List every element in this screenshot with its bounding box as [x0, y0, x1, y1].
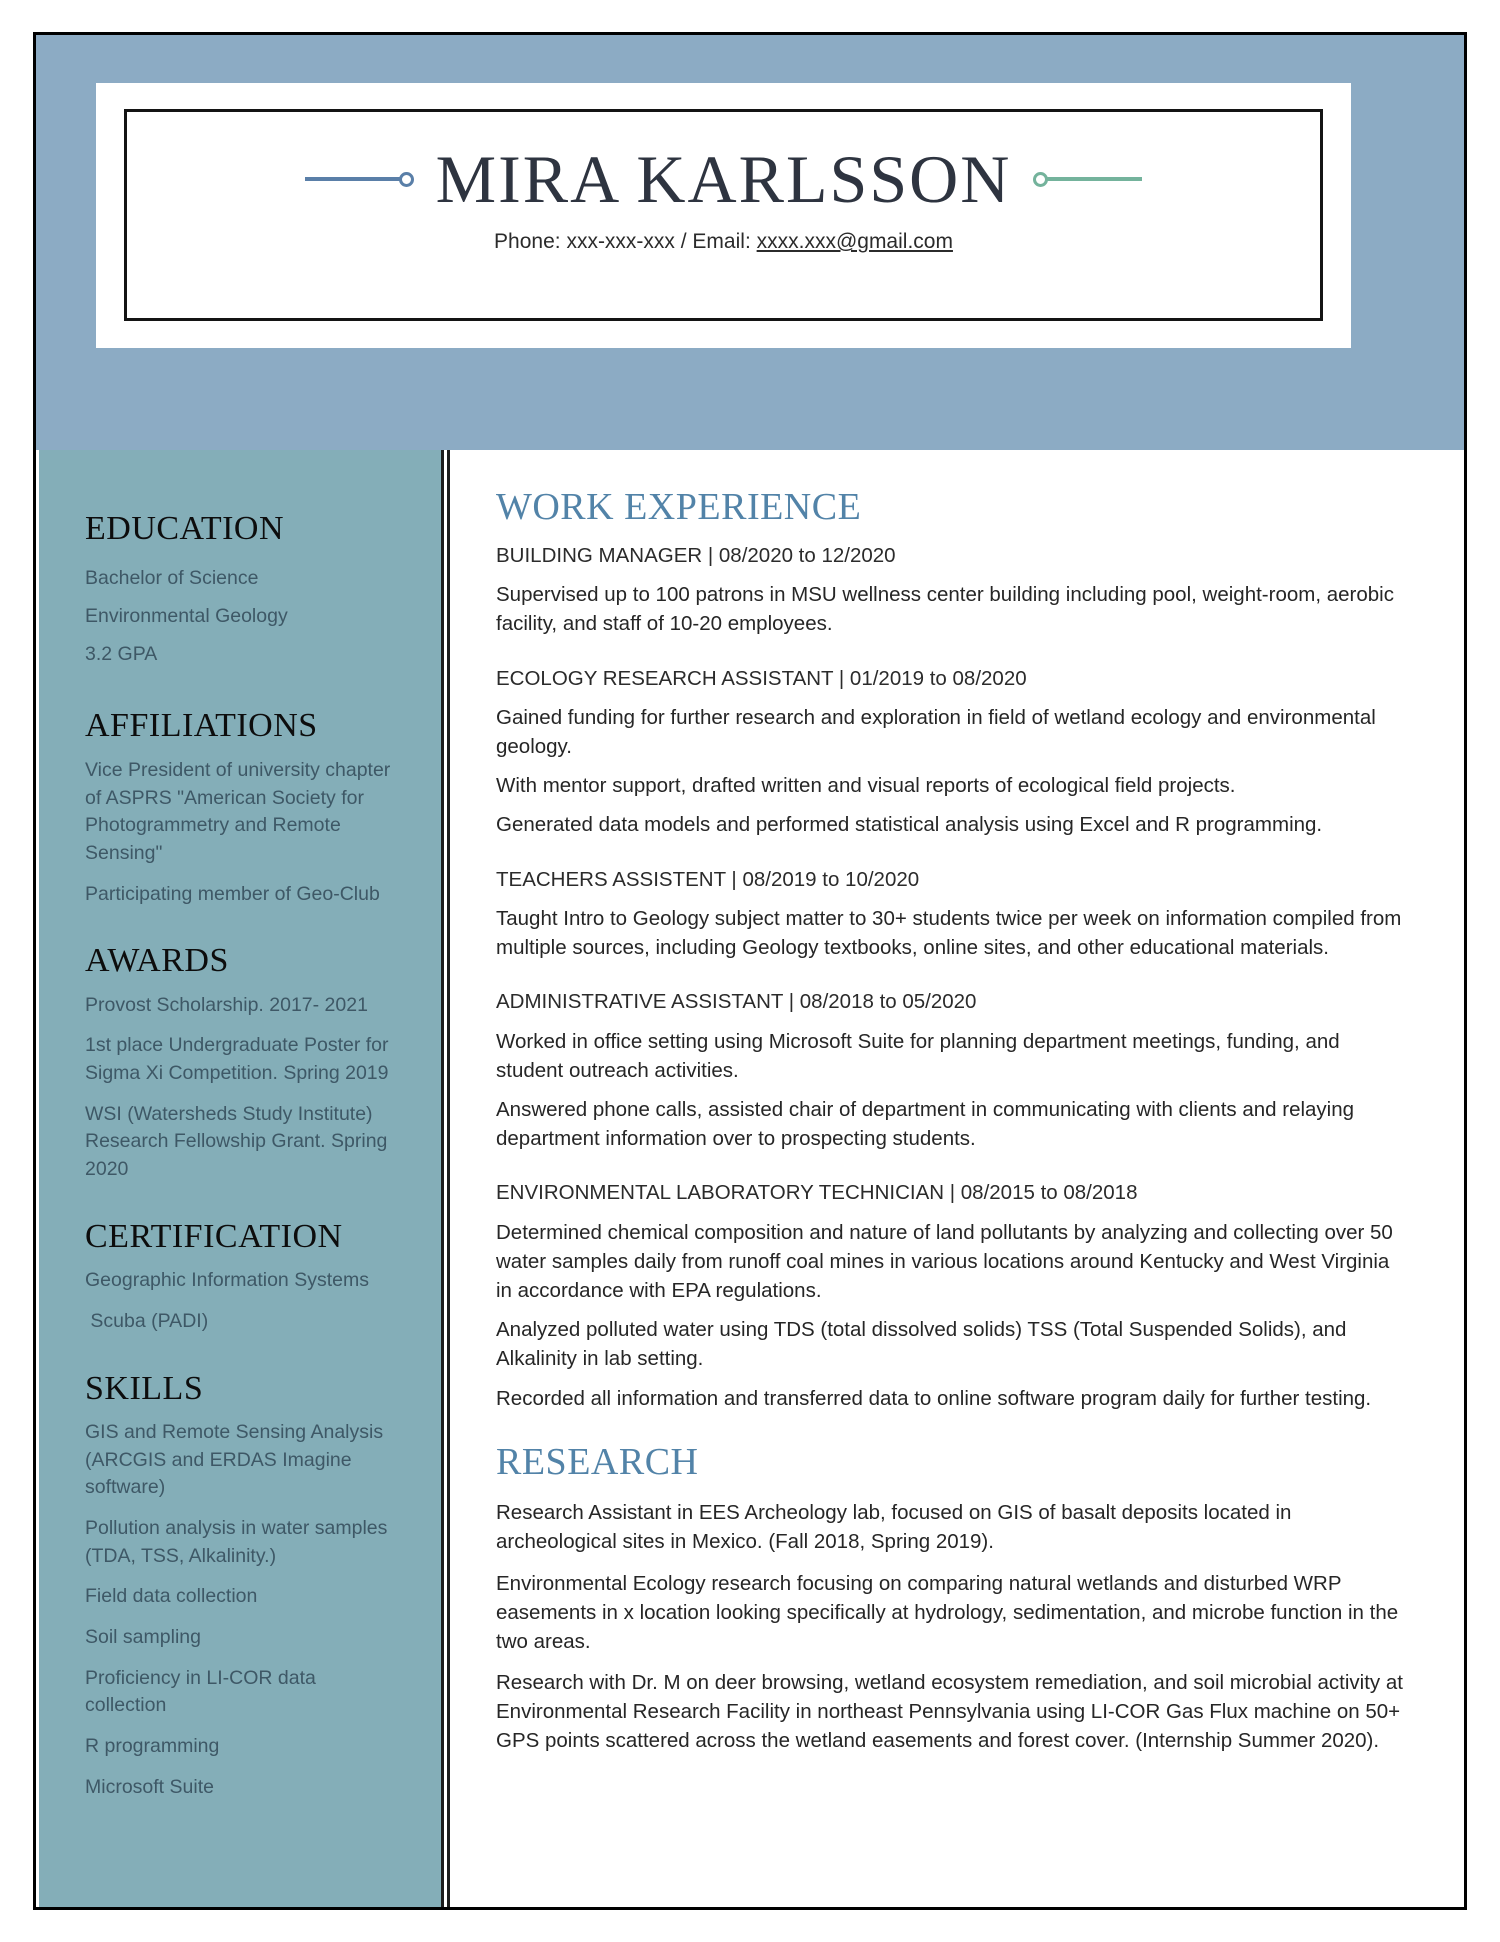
research-item: Research with Dr. M on deer browsing, we…: [496, 1670, 1403, 1753]
award-item: Provost Scholarship. 2017- 2021: [85, 993, 368, 1016]
certification-item: Scuba (PADI): [85, 1309, 209, 1332]
job-entry: BUILDING MANAGER | 08/2020 to 12/2020 Su…: [496, 544, 1406, 639]
job-bullet: Analyzed polluted water using TDS (total…: [496, 1318, 1347, 1371]
sidebar-section-education: EDUCATION Bachelor of Science Environmen…: [85, 510, 395, 673]
certification-item: Geographic Information Systems: [85, 1269, 369, 1292]
sidebar-heading-certification: CERTIFICATION: [85, 1217, 343, 1255]
sidebar-heading-skills: SKILLS: [85, 1369, 204, 1407]
skill-item: Microsoft Suite: [85, 1775, 214, 1798]
skill-item: Proficiency in LI-COR data collection: [85, 1666, 322, 1717]
skill-item: Pollution analysis in water samples (TDA…: [85, 1517, 393, 1567]
contact-email-link[interactable]: xxxx.xxx@gmail.com: [757, 230, 953, 253]
job-title: BUILDING MANAGER | 08/2020 to 12/2020: [496, 543, 896, 567]
name-row: MIRA KARLSSON: [127, 134, 1320, 224]
header-white-box: MIRA KARLSSON Phone: xxx-xxx-xxx / Email…: [96, 83, 1351, 348]
education-item: 3.2 GPA: [85, 643, 158, 666]
job-title: ADMINISTRATIVE ASSISTANT | 08/2018 to 05…: [496, 990, 977, 1014]
contact-line: Phone: xxx-xxx-xxx / Email: xxxx.xxx@gma…: [127, 230, 1320, 254]
body-columns: EDUCATION Bachelor of Science Environmen…: [36, 450, 1464, 1907]
sidebar-section-awards: AWARDS Provost Scholarship. 2017- 2021 1…: [85, 942, 395, 1184]
job-title: ENVIRONMENTAL LABORATORY TECHNICIAN | 08…: [496, 1181, 1138, 1205]
name-panel: MIRA KARLSSON Phone: xxx-xxx-xxx / Email…: [124, 109, 1323, 321]
candidate-name: MIRA KARLSSON: [435, 141, 1012, 217]
education-item: Environmental Geology: [85, 605, 288, 628]
job-bullet: Worked in office setting using Microsoft…: [496, 1029, 1340, 1083]
header-band: MIRA KARLSSON Phone: xxx-xxx-xxx / Email…: [36, 35, 1464, 450]
research-item: Environmental Ecology research focusing …: [496, 1571, 1399, 1653]
research-section: RESEARCH Research Assistant in EES Arche…: [496, 1441, 1406, 1756]
skill-item: R programming: [85, 1735, 220, 1758]
section-heading-research: RESEARCH: [496, 1440, 699, 1483]
research-item: Research Assistant in EES Archeology lab…: [496, 1501, 1292, 1554]
sidebar-section-affiliations: AFFILIATIONS Vice President of universit…: [85, 707, 395, 908]
job-bullet: Answered phone calls, assisted chair of …: [496, 1098, 1355, 1151]
job-bullet: Taught Intro to Geology subject matter t…: [496, 907, 1402, 960]
contact-phone-text: Phone: xxx-xxx-xxx / Email:: [494, 230, 757, 253]
page-frame: MIRA KARLSSON Phone: xxx-xxx-xxx / Email…: [33, 32, 1467, 1910]
job-entry: ECOLOGY RESEARCH ASSISTANT | 01/2019 to …: [496, 667, 1406, 840]
sidebar-heading-affiliations: AFFILIATIONS: [85, 707, 318, 745]
award-item: WSI (Watersheds Study Institute) Researc…: [85, 1102, 393, 1181]
sidebar-heading-awards: AWARDS: [85, 942, 229, 980]
job-entry: ADMINISTRATIVE ASSISTANT | 08/2018 to 05…: [496, 990, 1406, 1153]
sidebar-heading-education: EDUCATION: [85, 510, 285, 547]
job-entry: ENVIRONMENTAL LABORATORY TECHNICIAN | 08…: [496, 1181, 1406, 1412]
main-content: WORK EXPERIENCE BUILDING MANAGER | 08/20…: [447, 450, 1464, 1907]
affiliation-item: Participating member of Geo-Club: [85, 882, 380, 905]
affiliation-item: Vice President of university chapter of …: [85, 758, 396, 864]
job-bullet: Gained funding for further research and …: [496, 706, 1376, 759]
job-title: TEACHERS ASSISTENT | 08/2019 to 10/2020: [496, 867, 920, 891]
job-bullet: Determined chemical composition and natu…: [496, 1220, 1393, 1303]
job-title: ECOLOGY RESEARCH ASSISTANT | 01/2019 to …: [496, 666, 1027, 690]
resume-page: MIRA KARLSSON Phone: xxx-xxx-xxx / Email…: [0, 0, 1500, 1942]
award-item: 1st place Undergraduate Poster for Sigma…: [85, 1034, 394, 1085]
skill-item: Field data collection: [85, 1585, 258, 1608]
education-item: Bachelor of Science: [85, 567, 259, 590]
job-bullet: Generated data models and performed stat…: [496, 813, 1323, 837]
job-bullet: Supervised up to 100 patrons in MSU well…: [496, 583, 1394, 636]
job-bullet: Recorded all information and transferred…: [496, 1386, 1372, 1410]
sidebar: EDUCATION Bachelor of Science Environmen…: [39, 450, 444, 1907]
skill-item: Soil sampling: [85, 1626, 201, 1649]
job-bullet: With mentor support, drafted written and…: [496, 774, 1236, 798]
decorative-line-right-icon: [1033, 169, 1143, 189]
decorative-line-left-icon: [304, 169, 414, 189]
sidebar-section-skills: SKILLS GIS and Remote Sensing Analysis (…: [85, 1370, 395, 1802]
section-heading-work-experience: WORK EXPERIENCE: [496, 486, 862, 528]
skill-item: GIS and Remote Sensing Analysis (ARCGIS …: [85, 1420, 389, 1499]
sidebar-section-certification: CERTIFICATION Geographic Information Sys…: [85, 1218, 395, 1336]
job-entry: TEACHERS ASSISTENT | 08/2019 to 10/2020 …: [496, 868, 1406, 963]
